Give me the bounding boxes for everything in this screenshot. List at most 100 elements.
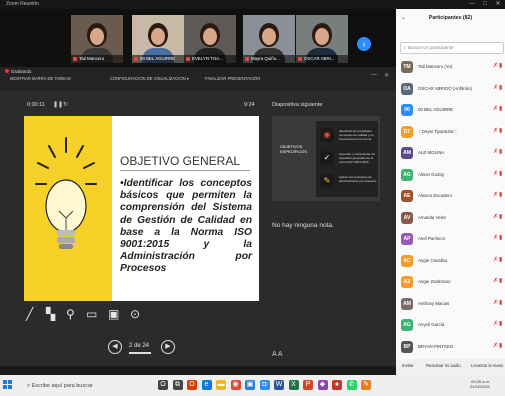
powerpoint-icon[interactable]: P <box>303 380 313 390</box>
participant-row[interactable]: AG Alison Godoy ✗ ▮ <box>396 166 505 187</box>
video-off-icon[interactable]: ▮ <box>499 127 502 134</box>
video-off-icon[interactable]: ▮ <box>499 256 502 263</box>
zoom-icon[interactable]: ◘ <box>259 380 270 390</box>
store-icon[interactable]: ▣ <box>245 380 255 390</box>
video-off-icon[interactable]: ▮ <box>499 277 502 284</box>
mic-muted-icon[interactable]: ✗ <box>493 170 498 177</box>
maximize-button[interactable]: □ <box>479 0 491 9</box>
taskbar-search-box[interactable]: ⌕ Escribe aquí para buscar <box>21 379 151 393</box>
next-slide-label: Diapositiva siguiente <box>272 102 323 108</box>
video-off-icon[interactable]: ▮ <box>499 320 502 327</box>
raise-hand-button[interactable]: Levantar la mano <box>471 363 503 368</box>
whatsapp-icon[interactable]: ✆ <box>346 380 357 390</box>
participant-name: BRYAN PINTADO <box>418 343 454 349</box>
participant-row[interactable]: DT ♡Deysi Tipantuña♡ ✗ ▮ <box>396 123 505 144</box>
pen-icon[interactable]: ╱ <box>26 307 33 321</box>
mic-muted-icon[interactable]: ✗ <box>493 277 498 284</box>
mic-muted-icon[interactable]: ✗ <box>493 148 498 155</box>
video-tile[interactable]: OSCAR ABRI... <box>296 15 348 63</box>
reset-timer-icon[interactable]: ↻ <box>63 101 68 108</box>
video-off-icon[interactable]: ▮ <box>499 191 502 198</box>
pause-timer-icon[interactable]: ❚❚ <box>53 101 63 108</box>
participant-row[interactable]: OA OSCAR ABRIGO (Anfitrión) ✗ ▮ <box>396 80 505 101</box>
video-off-icon[interactable]: ▮ <box>499 170 502 177</box>
participant-row[interactable]: AE Alisson Escudero ✗ ▮ <box>396 187 505 208</box>
toolbar-close-button[interactable]: ✕ <box>384 72 389 79</box>
video-off-icon[interactable]: ▮ <box>499 84 502 91</box>
window-titlebar: Zoom Reunión — □ ✕ <box>0 0 505 9</box>
next-slide-preview[interactable]: OBJETIVOS ESPECÍFICOS ◉ Identificar los … <box>272 116 380 201</box>
windows-start-icon[interactable] <box>3 380 13 390</box>
video-off-icon[interactable]: ▮ <box>499 62 502 69</box>
show-taskbar-button[interactable]: MOSTRAR BARRA DE TAREAS <box>10 76 71 81</box>
paint-icon[interactable]: ✎ <box>361 380 371 390</box>
video-tile[interactable]: EVELYN TOA... <box>184 15 236 63</box>
participant-row[interactable]: AM Anthony Macias ✗ ▮ <box>396 295 505 316</box>
chrome-icon[interactable]: ◉ <box>230 380 241 390</box>
screen-icon[interactable]: ▣ <box>108 307 119 321</box>
camera-icon[interactable]: ● <box>332 380 342 390</box>
participant-search-input[interactable]: ⌕ Buscar un participante <box>400 42 504 54</box>
participant-row[interactable]: AP Anel Pacheco ✗ ▮ <box>396 230 505 251</box>
text-size-buttons[interactable]: A A <box>272 351 283 358</box>
mic-muted-icon[interactable]: ✗ <box>493 127 498 134</box>
avatar: AM <box>401 297 413 310</box>
mic-muted-icon[interactable]: ✗ <box>493 84 498 91</box>
mic-muted-icon[interactable]: ✗ <box>493 342 498 349</box>
subtitles-icon[interactable]: ▭ <box>86 307 97 321</box>
mic-muted-icon[interactable]: ✗ <box>493 234 498 241</box>
video-tile[interactable]: 00 BEL AGUIRRE <box>132 15 184 63</box>
mic-muted-icon[interactable]: ✗ <box>493 191 498 198</box>
participant-row[interactable]: AM ALE MOLINA ✗ ▮ <box>396 144 505 165</box>
pencil-icon: ✎ <box>320 174 334 188</box>
task-view-icon[interactable]: ⧉ <box>172 380 183 390</box>
video-off-icon[interactable]: ▮ <box>499 105 502 112</box>
slide-counter: 2 de 24 <box>129 343 150 349</box>
video-off-icon[interactable]: ▮ <box>499 148 502 155</box>
participant-row[interactable]: AC Angie Cevallos ✗ ▮ <box>396 252 505 273</box>
mic-muted-icon[interactable]: ✗ <box>493 256 498 263</box>
participant-row[interactable]: AV Amanda Velez ✗ ▮ <box>396 209 505 230</box>
folder-icon[interactable]: ▬ <box>216 380 226 390</box>
display-settings-button[interactable]: CONFIGURACIÓN DE VISUALIZACIÓN ▾ <box>110 76 189 81</box>
participant-row[interactable]: BP BRYAN PINTADO ✗ ▮ <box>396 338 505 359</box>
participant-row[interactable]: AG Anyeli García ✗ ▮ <box>396 316 505 337</box>
participant-face <box>203 28 217 45</box>
video-off-icon[interactable]: ▮ <box>499 213 502 220</box>
mic-muted-icon[interactable]: ✗ <box>493 213 498 220</box>
video-off-icon[interactable]: ▮ <box>499 234 502 241</box>
avatar: TM <box>401 61 413 73</box>
more-options-icon[interactable]: ⊙ <box>130 307 140 321</box>
toolbar-minimize-button[interactable]: — <box>371 72 377 78</box>
pointer-icon[interactable]: ▚ <box>46 307 55 321</box>
word-icon[interactable]: W <box>274 380 284 390</box>
next-slide-icon[interactable]: ▶ <box>161 340 175 354</box>
invite-button[interactable]: Invitar <box>402 363 413 368</box>
end-presentation-button[interactable]: FINALIZAR PRESENTACIÓN <box>205 76 260 81</box>
video-off-icon[interactable]: ▮ <box>499 342 502 349</box>
video-tile[interactable]: Mayra Quiño... <box>243 15 295 63</box>
office-icon[interactable]: O <box>187 380 197 390</box>
app-icon[interactable]: ◆ <box>317 380 328 390</box>
participant-row[interactable]: 00 00 BEL AGUIRRE ✗ ▮ <box>396 101 505 122</box>
edge-icon[interactable]: e <box>201 380 212 390</box>
minimize-button[interactable]: — <box>466 0 478 9</box>
mic-muted-icon[interactable]: ✗ <box>493 299 498 306</box>
participant-row[interactable]: TM Tati Mancero (Yo) ✗ ▮ <box>396 58 505 79</box>
mic-muted-icon[interactable]: ✗ <box>493 105 498 112</box>
mic-muted-icon[interactable]: ✗ <box>493 320 498 327</box>
participant-name: Alison Godoy <box>418 171 445 177</box>
participant-name: ALE MOLINA <box>418 150 445 155</box>
unmute-me-button[interactable]: Reactivar mi audio <box>426 363 461 368</box>
video-tile[interactable]: Tati Mancero <box>71 15 123 63</box>
excel-icon[interactable]: X <box>288 380 299 390</box>
cortana-icon[interactable]: O <box>158 380 168 390</box>
mic-muted-icon[interactable]: ✗ <box>493 62 498 69</box>
close-button[interactable]: ✕ <box>492 0 504 9</box>
chevron-right-icon[interactable]: › <box>357 37 371 51</box>
previous-slide-icon[interactable]: ◀ <box>108 340 122 354</box>
video-off-icon[interactable]: ▮ <box>499 299 502 306</box>
participant-row[interactable]: AZ Angie Zambrano ✗ ▮ <box>396 273 505 294</box>
zoom-icon[interactable]: ⚲ <box>66 307 75 321</box>
system-clock[interactable]: 09:26 a.m. 01/02/2021 <box>470 379 490 389</box>
